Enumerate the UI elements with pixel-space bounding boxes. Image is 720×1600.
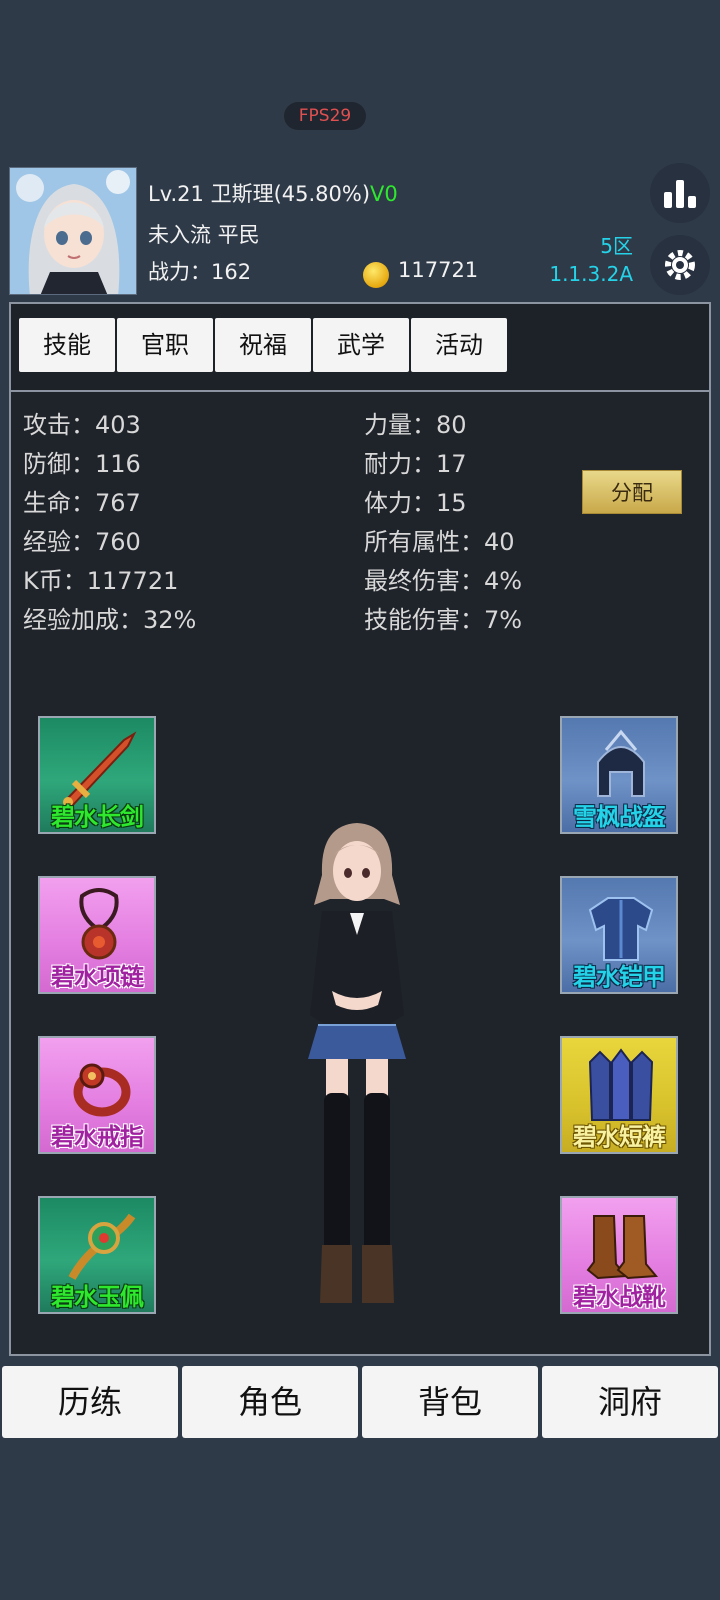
equip-name: 碧水长剑 [51,803,144,831]
equip-name: 碧水戒指 [51,1123,144,1151]
nav-cave-dwelling[interactable]: 洞府 [542,1366,718,1438]
equip-name: 碧水玉佩 [51,1283,144,1311]
assign-points-button[interactable]: 分配 [582,470,682,514]
stat-stamina: 体力：15 [364,489,467,517]
gear-icon [665,250,695,280]
equip-slot-jade-pendant[interactable]: 碧水玉佩 [38,1196,156,1314]
coin-icon [363,262,389,288]
leg-armor-icon [588,1048,654,1121]
equip-slot-ring[interactable]: 碧水戒指 [38,1036,156,1154]
stat-hp: 生命：767 [23,489,141,517]
stat-final-damage: 最终伤害：4% [364,567,523,595]
stat-attack: 攻击：403 [23,411,141,439]
server-info: 5区 1.1.3.2A [549,232,633,288]
nav-backpack[interactable]: 背包 [362,1366,538,1438]
tab-blessing[interactable]: 祝福 [215,318,311,372]
stat-all-attributes: 所有属性：40 [364,528,515,556]
tabs-bar: 技能 官职 祝福 武学 活动 [11,304,709,392]
equip-slot-leg-armor[interactable]: 碧水短裤 [560,1036,678,1154]
stat-exp: 经验：760 [23,528,141,556]
nav-training[interactable]: 历练 [2,1366,178,1438]
tab-martial-arts[interactable]: 武学 [313,318,409,372]
bar-chart-icon [664,180,696,208]
stat-skill-damage: 技能伤害：7% [364,606,523,634]
equip-name: 碧水战靴 [573,1283,666,1311]
coin-amount: 117721 [398,258,479,282]
equip-name: 碧水铠甲 [573,963,666,991]
equip-slot-armor[interactable]: 碧水铠甲 [560,876,678,994]
equip-slot-weapon[interactable]: 碧水长剑 [38,716,156,834]
nav-character[interactable]: 角色 [182,1366,358,1438]
boots-icon [586,1215,659,1280]
equip-name: 雪枫战盔 [573,803,666,831]
armor-icon [588,897,654,961]
stat-exp-bonus: 经验加成：32% [23,606,197,634]
stat-k-coin: K币：117721 [23,567,179,595]
player-level-name: Lv.21 卫斯理(45.80%)V0 [148,178,398,208]
level-name-text: Lv.21 卫斯理(45.80%) [148,182,371,206]
tab-skills[interactable]: 技能 [19,318,115,372]
settings-button[interactable] [650,235,710,295]
equip-name: 碧水短裤 [573,1123,666,1151]
avatar[interactable] [9,167,137,295]
helmet-icon [597,729,645,797]
server-zone: 5区 [600,234,633,258]
version-label: 1.1.3.2A [549,262,633,286]
tab-activity[interactable]: 活动 [411,318,507,372]
necklace-icon [79,888,119,960]
stat-defense: 防御：116 [23,450,141,478]
ranking-chart-button[interactable] [650,163,710,223]
equip-name: 碧水项链 [51,963,144,991]
stat-strength: 力量：80 [364,411,467,439]
stat-endurance: 耐力：17 [364,450,467,478]
sword-icon [63,731,137,806]
vip-level: V0 [370,182,398,206]
tab-official-post[interactable]: 官职 [117,318,213,372]
ring-icon [73,1063,131,1117]
jade-pendant-icon [68,1213,136,1280]
equip-slot-boots[interactable]: 碧水战靴 [560,1196,678,1314]
equip-slot-necklace[interactable]: 碧水项链 [38,876,156,994]
combat-power: 战力：162 [148,260,252,284]
rank-line: 未入流 平民 [148,223,260,247]
character-model[interactable] [292,815,422,1335]
fps-counter: FPS29 [284,102,366,130]
equip-slot-helmet[interactable]: 雪枫战盔 [560,716,678,834]
